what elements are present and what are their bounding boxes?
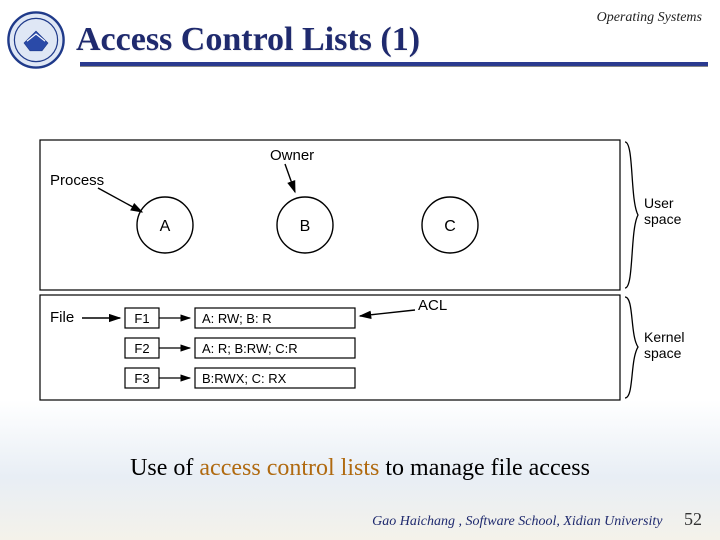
- process-a-label: A: [160, 218, 171, 235]
- kernel-space-label: Kernelspace: [644, 329, 684, 361]
- page-number: 52: [684, 509, 702, 529]
- process-label: Process: [50, 172, 104, 189]
- file-f3-label: F3: [134, 371, 149, 386]
- kernel-space-box: [40, 295, 620, 400]
- university-logo-icon: [6, 10, 66, 70]
- file-f2-label: F2: [134, 341, 149, 356]
- user-space-box: [40, 140, 620, 290]
- file-f1-label: F1: [134, 311, 149, 326]
- slide-caption: Use of access control lists to manage fi…: [0, 455, 720, 482]
- file-label: File: [50, 309, 74, 326]
- footer-credit: Gao Haichang , Software School, Xidian U…: [372, 514, 662, 529]
- acl-f3-text: B:RWX; C: RX: [202, 371, 287, 386]
- acl-f1-text: A: RW; B: R: [202, 311, 272, 326]
- slide-footer: Gao Haichang , Software School, Xidian U…: [372, 509, 702, 530]
- slide-title: Access Control Lists (1): [76, 21, 420, 59]
- owner-arrow: [285, 164, 295, 192]
- acl-label: ACL: [418, 297, 447, 314]
- course-name: Operating Systems: [597, 10, 702, 26]
- slide-header: Access Control Lists (1) Operating Syste…: [0, 0, 720, 70]
- user-space-label: Userspace: [644, 195, 682, 227]
- acl-diagram: Process Owner A B C File F1 A: RW; B: R …: [30, 130, 690, 410]
- process-arrow: [98, 188, 142, 212]
- title-underline: [80, 62, 708, 66]
- kernel-space-brace: [625, 297, 638, 398]
- process-c-label: C: [444, 218, 456, 235]
- acl-arrow: [360, 310, 415, 316]
- caption-post: to manage file access: [379, 455, 590, 481]
- process-b-label: B: [300, 218, 311, 235]
- caption-pre: Use of: [130, 455, 199, 481]
- caption-highlight: access control lists: [199, 455, 379, 481]
- acl-f2-text: A: R; B:RW; C:R: [202, 341, 298, 356]
- owner-label: Owner: [270, 147, 314, 164]
- user-space-brace: [625, 142, 638, 288]
